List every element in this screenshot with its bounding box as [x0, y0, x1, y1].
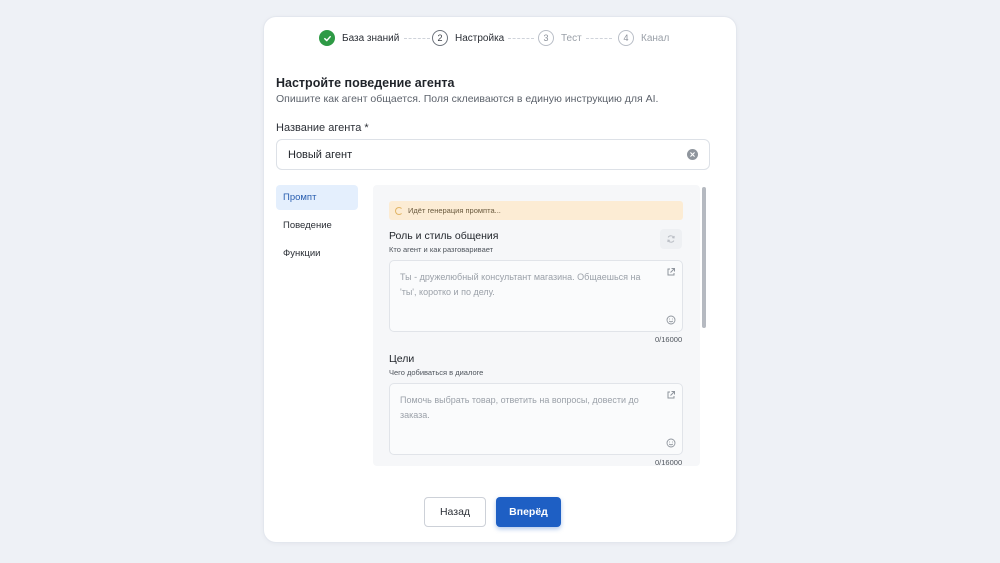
char-counter: 0/16000 [655, 335, 683, 344]
next-button[interactable]: Вперёд [496, 497, 561, 527]
step-label: База знаний [342, 32, 400, 44]
step-settings[interactable]: 2 Настройка [432, 29, 504, 47]
step-knowledge-base[interactable]: База знаний [319, 29, 399, 47]
tab-prompt[interactable]: Промпт [276, 185, 358, 210]
page-title: Настройте поведение агента [276, 76, 455, 90]
regenerate-button[interactable] [660, 229, 682, 249]
section-title-goals: Цели [389, 353, 415, 365]
step-test[interactable]: 3 Тест [538, 29, 582, 47]
expand-icon[interactable] [666, 390, 676, 400]
section-title-role: Роль и стиль общения [389, 230, 499, 242]
spinner-icon [395, 206, 403, 215]
role-style-textarea[interactable] [389, 260, 683, 332]
prompt-panel: Идёт генерация промпта... Роль и стиль о… [373, 185, 700, 466]
step-label: Настройка [455, 32, 505, 44]
section-subtitle-goals: Чего добиваться в диалоге [389, 368, 484, 377]
step-label: Тест [561, 32, 582, 44]
step-channel[interactable]: 4 Канал [618, 29, 669, 47]
clear-icon[interactable] [687, 149, 698, 160]
generation-status: Идёт генерация промпта... [389, 201, 683, 220]
step-number: 4 [618, 30, 634, 46]
char-counter: 0/16000 [655, 458, 683, 466]
step-separator [586, 38, 612, 39]
scrollbar[interactable] [702, 187, 706, 328]
step-label: Канал [641, 32, 670, 44]
step-number: 3 [538, 30, 554, 46]
page-subtitle: Опишите как агент общается. Поля склеива… [276, 93, 659, 105]
step-number: 2 [432, 30, 448, 46]
step-separator [404, 38, 430, 39]
step-separator [508, 38, 534, 39]
check-icon [319, 30, 335, 46]
emoji-icon[interactable] [666, 438, 676, 448]
section-subtitle-role: Кто агент и как разговаривает [389, 245, 494, 254]
tab-behavior[interactable]: Поведение [276, 213, 358, 238]
emoji-icon[interactable] [666, 315, 676, 325]
generation-status-text: Идёт генерация промпта... [408, 206, 501, 215]
back-button[interactable]: Назад [424, 497, 486, 527]
stepper: База знаний 2 Настройка 3 Тест 4 Канал [264, 29, 736, 49]
wizard-card: База знаний 2 Настройка 3 Тест 4 Канал Н… [264, 17, 736, 542]
tab-functions[interactable]: Функции [276, 241, 358, 266]
agent-name-label: Название агента * [276, 122, 369, 134]
agent-name-input[interactable] [276, 139, 710, 170]
expand-icon[interactable] [666, 267, 676, 277]
refresh-icon [667, 235, 675, 243]
goals-textarea[interactable] [389, 383, 683, 455]
